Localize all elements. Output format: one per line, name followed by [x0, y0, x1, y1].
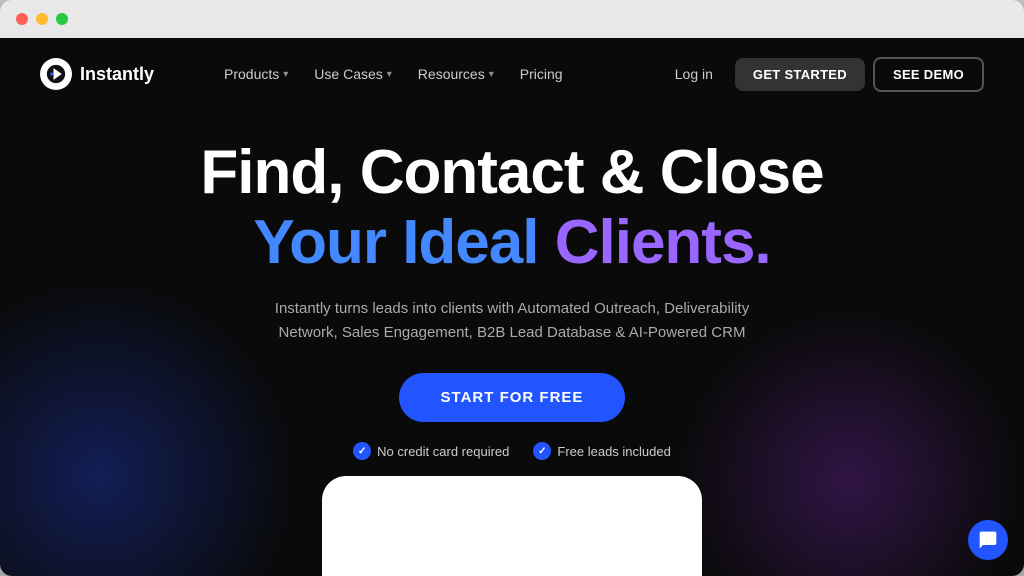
close-button[interactable] — [16, 13, 28, 25]
browser-content: Instantly Products ▾ Use Cases ▾ Resourc… — [0, 38, 1024, 576]
hero-headline-line2: Your Ideal Clients. — [253, 209, 770, 277]
see-demo-button[interactable]: SEE DEMO — [873, 57, 984, 92]
browser-chrome — [0, 0, 1024, 38]
trust-badges: No credit card required Free leads inclu… — [353, 442, 671, 460]
chevron-down-icon: ▾ — [387, 69, 392, 80]
nav-item-pricing[interactable]: Pricing — [510, 60, 573, 88]
nav-links: Products ▾ Use Cases ▾ Resources ▾ Prici… — [214, 60, 661, 88]
trust-item-free-leads: Free leads included — [533, 442, 670, 460]
nav-item-resources[interactable]: Resources ▾ — [408, 60, 504, 88]
nav-item-use-cases[interactable]: Use Cases ▾ — [304, 60, 402, 88]
start-free-button[interactable]: START FOR FREE — [399, 373, 626, 422]
check-icon-1 — [353, 442, 371, 460]
navbar: Instantly Products ▾ Use Cases ▾ Resourc… — [0, 38, 1024, 110]
login-button[interactable]: Log in — [661, 58, 727, 90]
chevron-down-icon: ▾ — [283, 69, 288, 80]
minimize-button[interactable] — [36, 13, 48, 25]
trust-item-no-credit-card: No credit card required — [353, 442, 509, 460]
chat-widget-button[interactable] — [968, 520, 1008, 560]
check-icon-2 — [533, 442, 551, 460]
hero-headline-blue: Your Ideal — [253, 208, 538, 277]
maximize-button[interactable] — [56, 13, 68, 25]
nav-actions: Log in GET STARTED SEE DEMO — [661, 57, 984, 92]
hero-headline-line1: Find, Contact & Close — [200, 140, 823, 205]
hero-description: Instantly turns leads into clients with … — [262, 297, 762, 345]
logo-text: Instantly — [80, 64, 154, 85]
hero-headline-purple: Clients. — [555, 208, 771, 277]
bottom-card — [322, 476, 702, 576]
chevron-down-icon: ▾ — [489, 69, 494, 80]
hero-section: Find, Contact & Close Your Ideal Clients… — [0, 110, 1024, 460]
get-started-button[interactable]: GET STARTED — [735, 58, 865, 91]
logo[interactable]: Instantly — [40, 58, 154, 90]
logo-icon — [40, 58, 72, 90]
nav-item-products[interactable]: Products ▾ — [214, 60, 298, 88]
browser-window: Instantly Products ▾ Use Cases ▾ Resourc… — [0, 0, 1024, 576]
